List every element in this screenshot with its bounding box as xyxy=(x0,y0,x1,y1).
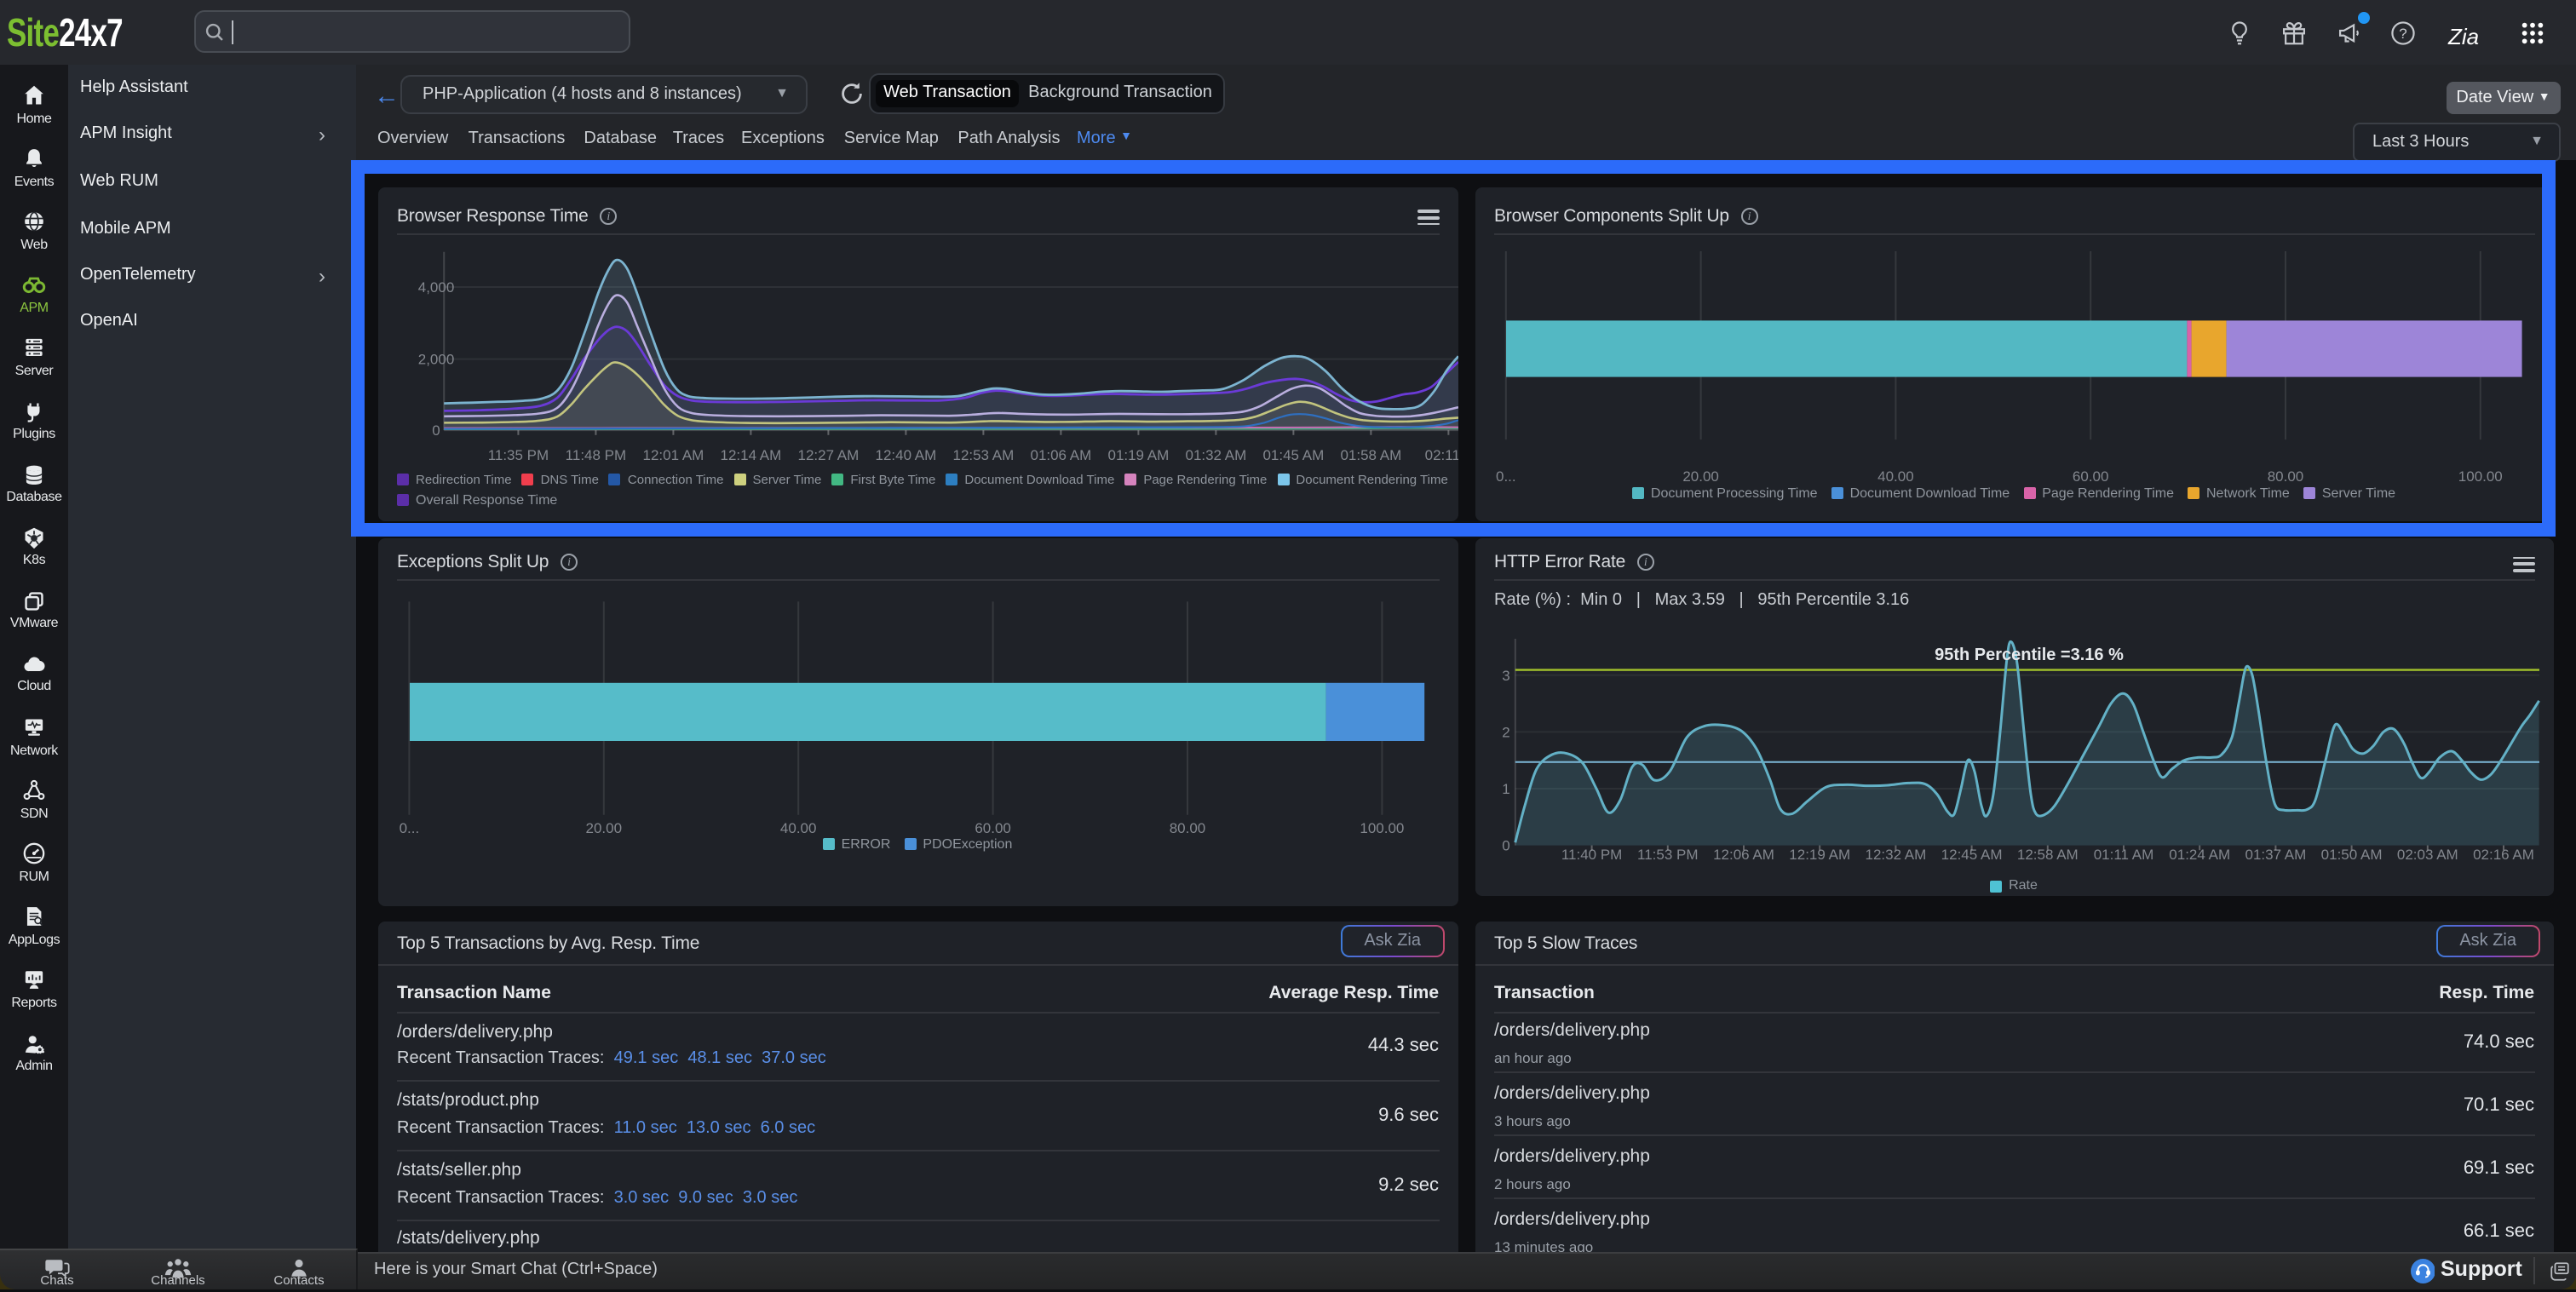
svg-text:0: 0 xyxy=(1501,837,1509,853)
svg-text:?: ? xyxy=(2399,25,2406,41)
svg-text:3: 3 xyxy=(1501,667,1509,683)
svg-text:1: 1 xyxy=(1501,780,1509,796)
svg-text:0...: 0... xyxy=(399,819,419,835)
svg-text:40.00: 40.00 xyxy=(779,819,816,835)
svg-text:Zia: Zia xyxy=(2447,23,2479,49)
svg-text:95th Percentile =3.16 %: 95th Percentile =3.16 % xyxy=(1934,645,2123,663)
svg-text:2: 2 xyxy=(1501,723,1509,739)
svg-text:60.00: 60.00 xyxy=(974,819,1010,835)
svg-text:80.00: 80.00 xyxy=(1169,819,1205,835)
svg-text:20.00: 20.00 xyxy=(585,819,622,835)
svg-text:100.00: 100.00 xyxy=(1359,819,1403,835)
